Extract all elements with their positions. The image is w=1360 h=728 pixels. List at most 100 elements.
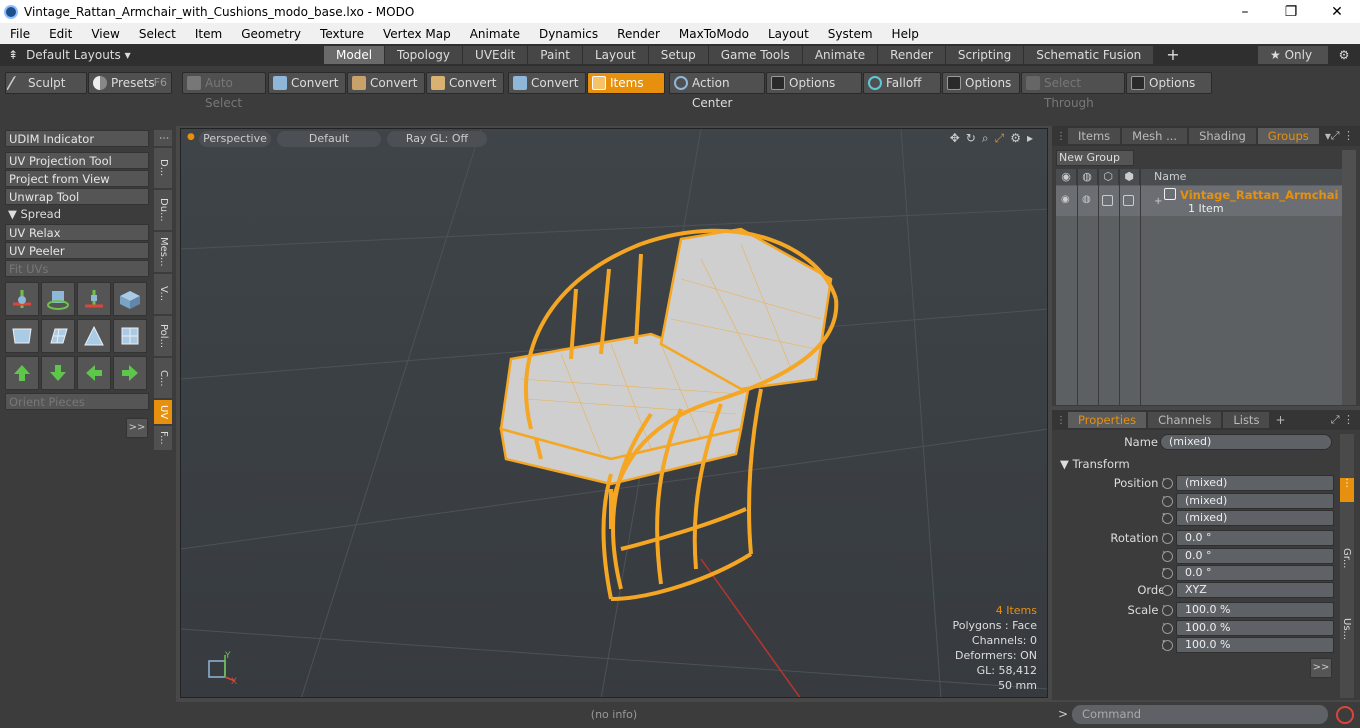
3d-viewport[interactable]: ● Perspective Default Ray GL: Off ✥ ↻ ⌕ … [180,128,1048,698]
new-group-button[interactable]: New Group [1056,150,1134,166]
tab-channels[interactable]: Channels [1148,412,1222,428]
panel-grip-icon[interactable]: ⋮ [1056,131,1066,142]
panel-controls-icon[interactable]: ⤢ ⋮ [1331,413,1354,427]
scale-y-key-icon[interactable] [1162,623,1173,634]
menu-select[interactable]: Select [129,27,185,41]
tab-scripting[interactable]: Scripting [945,46,1024,64]
record-icon[interactable] [1336,706,1354,724]
falloff-options-button[interactable]: Options [942,72,1020,94]
scale-y-field[interactable]: 100.0 % [1176,620,1334,636]
vtab-v[interactable]: V... [154,274,172,314]
name-column-header[interactable]: Name [1140,169,1186,185]
zoom-icon[interactable]: ⌕ [982,131,989,146]
order-key-icon[interactable] [1162,585,1173,596]
add-tab-button[interactable]: + [1154,46,1191,64]
uv-box-icon[interactable] [113,319,147,353]
scale-x-field[interactable]: 100.0 % [1176,602,1334,618]
position-y-field[interactable]: (mixed) [1176,493,1334,509]
scale-z-key-icon[interactable] [1162,640,1173,651]
uv-move-icon[interactable] [5,282,39,316]
fit-uvs-button[interactable]: Fit UVs [5,260,149,277]
rotation-x-field[interactable]: 0.0 ° [1176,530,1334,546]
maximize-button[interactable]: ❐ [1268,4,1314,20]
menu-texture[interactable]: Texture [310,27,373,41]
spread-section-toggle[interactable]: ▼ Spread [5,206,149,223]
tab-paint[interactable]: Paint [528,46,582,64]
menu-animate[interactable]: Animate [460,27,529,41]
position-z-key-icon[interactable] [1162,513,1173,524]
uv-grid-icon[interactable] [41,319,75,353]
convert-polygons-button[interactable]: Convert [426,72,504,94]
position-z-field[interactable]: (mixed) [1176,510,1334,526]
uv-straighten-icon[interactable] [77,319,111,353]
viewport-settings-icon[interactable]: ⚙ [1010,131,1021,146]
tab-setup[interactable]: Setup [648,46,708,64]
position-y-key-icon[interactable] [1162,496,1173,507]
gear-icon[interactable]: ⚙ [1334,46,1354,64]
panel-controls-icon[interactable]: ⤢ ⋮ [1331,129,1354,143]
tab-properties[interactable]: Properties [1068,412,1147,428]
uv-unwrap-icon[interactable] [5,319,39,353]
menu-layout[interactable]: Layout [758,27,818,41]
scale-z-field[interactable]: 100.0 % [1176,637,1334,653]
menu-item[interactable]: Item [185,27,231,41]
menu-file[interactable]: File [0,27,39,41]
vtab-uv[interactable]: UV [154,400,172,424]
order-dropdown[interactable]: XYZ [1176,582,1334,598]
menu-edit[interactable]: Edit [39,27,81,41]
select-through-button[interactable]: Select Through [1021,72,1125,110]
vtab-du[interactable]: Du... [154,190,172,230]
uv-transform-icon[interactable] [113,282,147,316]
tab-schematic-fusion[interactable]: Schematic Fusion [1024,46,1154,64]
uv-projection-tool-button[interactable]: UV Projection Tool [5,152,149,169]
minimize-button[interactable]: – [1222,4,1268,20]
arrow-left-icon[interactable] [77,356,111,390]
raygl-toggle[interactable]: Ray GL: Off [387,131,487,147]
tab-mesh[interactable]: Mesh ... [1122,128,1188,144]
vtab-c[interactable]: C... [154,358,172,398]
convert-vertices-button[interactable]: Convert [268,72,346,94]
side-tab-us[interactable]: Us... [1341,618,1352,640]
uv-rotate-icon[interactable] [41,282,75,316]
tab-items[interactable]: Items [1068,128,1121,144]
tab-layout[interactable]: Layout [582,46,648,64]
rotation-y-key-icon[interactable] [1162,551,1173,562]
rotation-x-key-icon[interactable] [1162,533,1173,544]
action-center-options-button[interactable]: Options [766,72,862,94]
vtab-mesh[interactable]: Mes... [154,232,172,272]
menu-vertex-map[interactable]: Vertex Map [373,27,460,41]
udim-indicator-button[interactable]: UDIM Indicator [5,130,149,147]
tab-game-tools[interactable]: Game Tools [708,46,802,64]
convert-edges-button[interactable]: Convert [347,72,425,94]
fit-view-icon[interactable]: ⤢ [995,131,1005,146]
transform-section-toggle[interactable]: ▼ Transform [1060,457,1130,471]
viewport-expand-icon[interactable]: ▸ [1027,131,1033,146]
panel-options-icon[interactable]: ⋮ [154,130,172,146]
select-options-button[interactable]: Options [1126,72,1212,94]
vtab-pol[interactable]: Pol... [154,316,172,356]
menu-system[interactable]: System [818,27,882,41]
menu-render[interactable]: Render [607,27,669,41]
tab-lists[interactable]: Lists [1223,412,1270,428]
position-x-field[interactable]: (mixed) [1176,475,1334,491]
command-input[interactable]: Command [1072,705,1328,724]
only-toggle[interactable]: ★ Only [1258,46,1328,64]
groups-scrollbar[interactable] [1342,150,1356,405]
arrow-up-icon[interactable] [5,356,39,390]
unwrap-tool-button[interactable]: Unwrap Tool [5,188,149,205]
vtab-d[interactable]: D... [154,148,172,188]
arrow-down-icon[interactable] [41,356,75,390]
sculpt-button[interactable]: Sculpt [5,72,87,94]
close-button[interactable]: ✕ [1314,4,1360,20]
panel-grip-icon[interactable]: ⋮ [1056,415,1066,426]
expand-row-icon[interactable]: + [1154,196,1162,207]
menu-view[interactable]: View [81,27,128,41]
menu-help[interactable]: Help [882,27,928,41]
vtab-f[interactable]: F... [154,426,172,450]
falloff-button[interactable]: Falloff [863,72,941,94]
arrow-right-icon[interactable] [113,356,147,390]
tab-topology[interactable]: Topology [385,46,463,64]
scale-x-key-icon[interactable] [1162,605,1173,616]
tab-animate[interactable]: Animate [802,46,878,64]
uv-relax-button[interactable]: UV Relax [5,224,149,241]
